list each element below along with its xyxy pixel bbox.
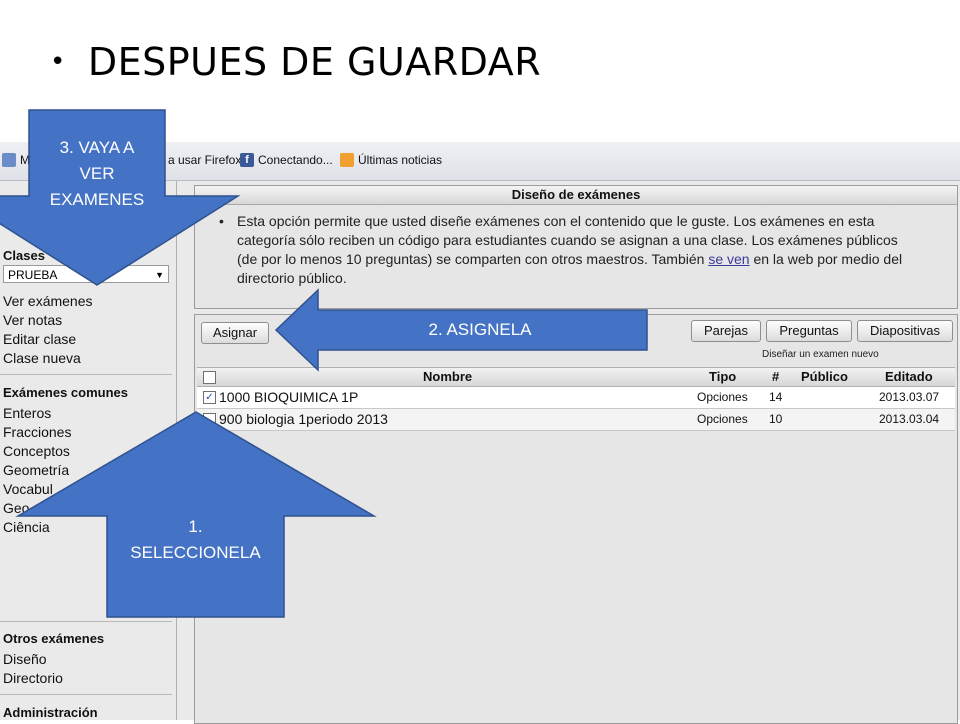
step3-line: EXAMENES bbox=[49, 190, 145, 209]
step3-line: VER bbox=[79, 164, 115, 183]
step3-line: 3. VAYA A bbox=[59, 138, 135, 157]
callout-arrows bbox=[0, 109, 648, 618]
step1-line: 1. bbox=[188, 517, 203, 536]
step2-callout: 2. ASIGNELA bbox=[428, 320, 532, 339]
step3-callout: 3. VAYA A VER EXAMENES bbox=[29, 135, 165, 213]
step1-line: SELECCIONELA bbox=[130, 543, 261, 562]
step1-callout: 1. SELECCIONELA bbox=[107, 514, 284, 566]
